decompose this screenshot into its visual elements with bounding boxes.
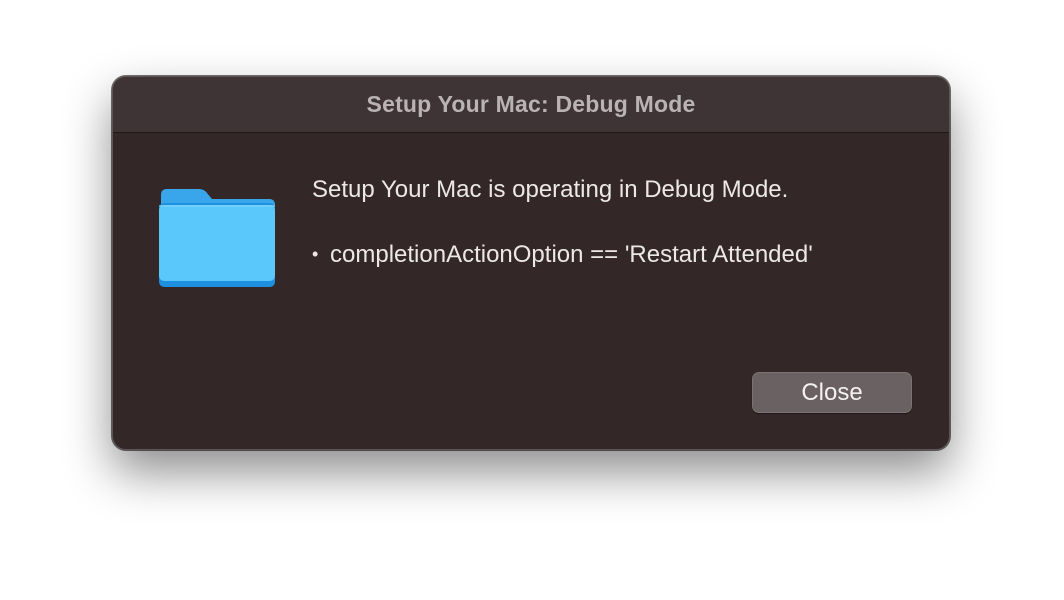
dialog-message: Setup Your Mac is operating in Debug Mod…: [312, 175, 813, 268]
debug-mode-dialog: Setup Your Mac: Debug Mode Setup Your Ma…: [112, 76, 950, 450]
desktop-background: Setup Your Mac: Debug Mode Setup Your Ma…: [0, 0, 1064, 600]
title-bar[interactable]: Setup Your Mac: Debug Mode: [113, 77, 949, 133]
window-title: Setup Your Mac: Debug Mode: [366, 91, 696, 117]
completion-action-option-text: completionActionOption == 'Restart Atten…: [330, 241, 813, 268]
folder-icon: [157, 187, 277, 289]
message-line-1: Setup Your Mac is operating in Debug Mod…: [312, 176, 789, 203]
message-line-2: • completionActionOption == 'Restart Atte…: [312, 239, 813, 270]
close-button[interactable]: Close: [752, 372, 912, 413]
bullet-point: •: [312, 244, 319, 264]
